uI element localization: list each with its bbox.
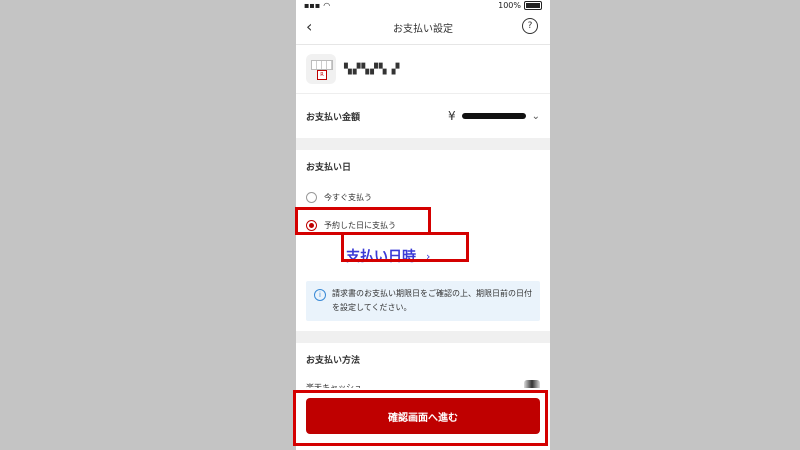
radio-button-checked[interactable] [306,219,317,231]
shop-icon: R [306,54,336,84]
payment-date-heading: お支払い日 [306,163,352,173]
info-icon: i [314,289,326,301]
date-picker-row[interactable]: 支払い日時 › [346,245,540,267]
amount-value: ¥ ⌄ [448,109,540,123]
payment-date-section: お支払い日 今すぐ支払う 予約した日に支払う 支払い日時 › i 請求書のお支払… [296,150,550,331]
shop-tag: R [317,70,327,80]
info-text: 請求書のお支払い期限日をご確認の上、期限日前の日付を設定してください。 [332,289,532,312]
amount-row[interactable]: お支払い金額 ¥ ⌄ [296,94,550,138]
back-chevron-icon[interactable]: ‹ [306,17,312,36]
signal-icon: ▪▪▪ [304,0,321,10]
date-picker-label: 支払い日時 [346,249,416,265]
battery-icon [524,0,542,10]
currency-symbol: ¥ [447,109,456,123]
confirm-button[interactable]: 確認画面へ進む [306,398,540,434]
info-box: i 請求書のお支払い期限日をご確認の上、期限日前の日付を設定してください。 [306,281,540,321]
merchant-name: ▚▞▚▞▚ ▞ [344,63,401,75]
nav-bar: ‹ お支払い設定 ? [296,10,550,45]
chevron-down-icon[interactable]: ⌄ [532,111,540,122]
payment-method-heading: お支払い方法 [306,356,361,366]
wifi-icon: ◠ [323,0,331,10]
merchant-row: R ▚▞▚▞▚ ▞ [296,45,550,94]
section-divider [296,138,550,150]
footer: 確認画面へ進む [296,388,550,450]
page-title: お支払い設定 [393,23,453,35]
masked-amount [461,113,526,119]
help-question-icon[interactable]: ? [522,18,538,34]
phone-screen: ▪▪▪ ◠ 100% ‹ お支払い設定 ? R ▚▞▚▞▚ ▞ お支払い金額 ¥… [296,0,550,450]
signal-wifi: ▪▪▪ ◠ [304,1,330,10]
radio-label-pay-now: 今すぐ支払う [324,192,372,202]
status-bar: ▪▪▪ ◠ 100% [296,0,550,10]
radio-pay-now[interactable]: 今すぐ支払う [306,189,540,205]
shop-awning [311,60,333,70]
amount-label: お支払い金額 [306,112,361,123]
radio-button-unchecked[interactable] [306,191,317,203]
radio-pay-scheduled[interactable]: 予約した日に支払う [306,217,540,233]
battery-status: 100% [498,0,542,10]
section-divider-2 [296,331,550,343]
battery-text: 100% [498,0,521,10]
radio-label-scheduled: 予約した日に支払う [324,220,396,230]
chevron-right-icon: › [426,249,431,263]
